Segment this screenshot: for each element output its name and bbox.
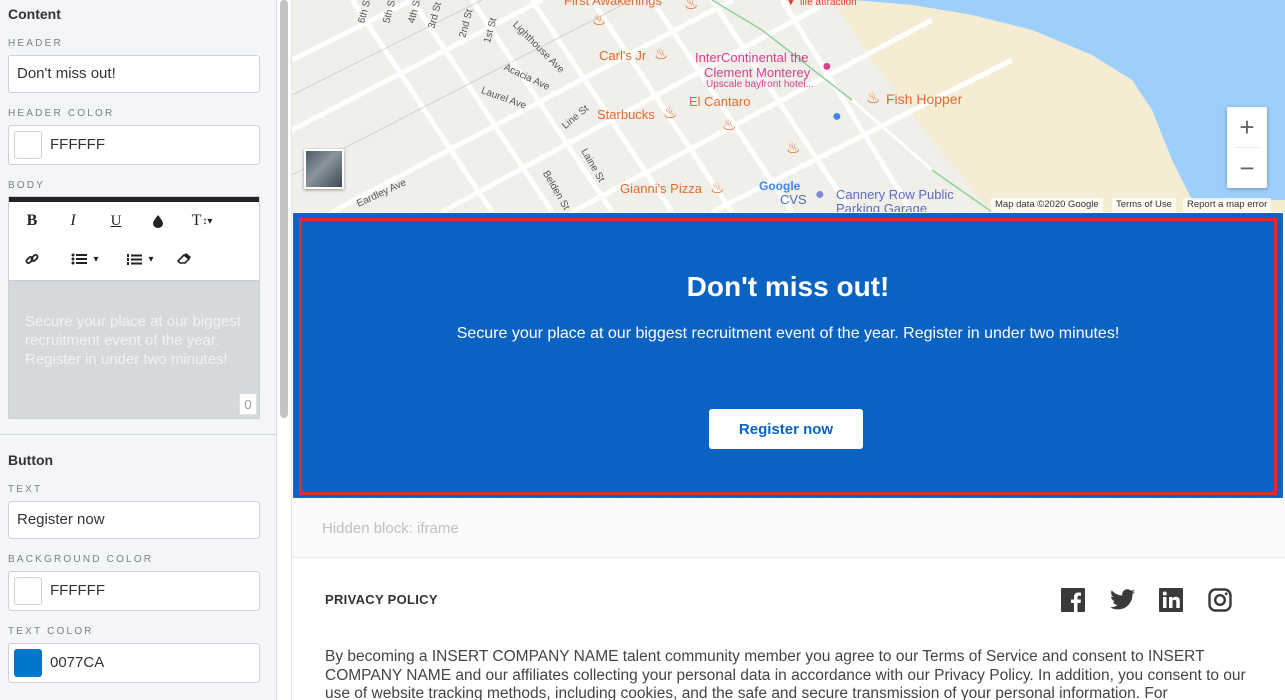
- numbered-list-button[interactable]: ▾: [120, 247, 160, 271]
- email-preview: Lighthouse Ave Acacia Ave Laurel Ave Lin…: [291, 0, 1285, 700]
- body-label: BODY: [8, 180, 46, 191]
- map-terms-link[interactable]: Terms of Use: [1112, 198, 1176, 212]
- text-color-swatch[interactable]: [14, 649, 42, 677]
- place-carls-jr[interactable]: Carl's Jr: [599, 48, 646, 63]
- instagram-icon[interactable]: [1208, 588, 1232, 612]
- link-icon: [25, 254, 39, 264]
- bullet-list-button[interactable]: ▾: [65, 247, 105, 271]
- zoom-in-button[interactable]: +: [1227, 107, 1267, 147]
- restaurant-pin-icon: ♨: [684, 0, 699, 13]
- restaurant-pin-icon: ♨: [722, 117, 737, 134]
- place-life-attraction[interactable]: life attraction: [800, 0, 857, 8]
- header-label: HEADER: [8, 38, 63, 49]
- bold-button[interactable]: B: [22, 209, 42, 233]
- bullet-list-icon: [71, 253, 88, 265]
- place-starbucks[interactable]: Starbucks: [597, 107, 655, 122]
- properties-panel: Content HEADER Don't miss out! HEADER CO…: [0, 0, 277, 700]
- restaurant-pin-icon: ♨: [866, 90, 881, 107]
- underline-button[interactable]: U: [106, 209, 126, 233]
- hotel-pin-icon: ●: [822, 58, 832, 75]
- place-el-cantaro[interactable]: El Cantaro: [689, 94, 750, 109]
- link-button[interactable]: [22, 247, 42, 271]
- italic-button[interactable]: I: [63, 209, 83, 233]
- place-cannery-row-2[interactable]: Parking Garage: [836, 201, 927, 212]
- text-size-caret: ↕▾: [202, 215, 213, 227]
- cafe-pin-icon: ♨: [663, 105, 678, 122]
- button-section-title: Button: [8, 452, 54, 468]
- restaurant-pin-icon: ♨: [710, 180, 725, 197]
- background-color-swatch[interactable]: [14, 577, 42, 605]
- ink-drop-icon: [153, 215, 163, 228]
- section-divider: [0, 434, 276, 435]
- button-text-label: TEXT: [8, 484, 43, 495]
- background-color-label: BACKGROUND COLOR: [8, 554, 154, 565]
- place-intercontinental-sub: Upscale bayfront hotel...: [706, 79, 814, 90]
- bullet-list-caret-icon: ▾: [93, 253, 99, 265]
- panel-scrollbar[interactable]: [280, 0, 288, 418]
- promo-block-container[interactable]: Don't miss out! Secure your place at our…: [293, 213, 1283, 498]
- editor-toolbar-row-2: ▾ ▾: [9, 241, 259, 277]
- promo-body: Secure your place at our biggest recruit…: [456, 325, 1120, 342]
- header-color-value[interactable]: FFFFFF: [50, 136, 105, 153]
- map-report-error-link[interactable]: Report a map error: [1183, 198, 1272, 212]
- parking-pin-icon: ●: [815, 186, 825, 203]
- promo-header: Don't miss out!: [686, 271, 890, 302]
- text-size-button[interactable]: T ↕▾: [187, 209, 217, 233]
- text-color-value[interactable]: 0077CA: [50, 654, 104, 671]
- satellite-toggle[interactable]: [304, 149, 344, 189]
- background-color-field[interactable]: FFFFFF: [8, 571, 260, 611]
- map-embed[interactable]: Lighthouse Ave Acacia Ave Laurel Ave Lin…: [292, 0, 1285, 212]
- linkedin-icon[interactable]: [1159, 588, 1183, 612]
- body-rich-text-editor: B I U T ↕▾ ▾ ▾ Secure your place at our …: [8, 196, 260, 419]
- hidden-block-label: Hidden block: iframe: [322, 520, 459, 537]
- promo-block-selected[interactable]: Don't miss out! Secure your place at our…: [299, 218, 1277, 495]
- map-data-attribution: Map data ©2020 Google: [991, 198, 1103, 212]
- body-text-area[interactable]: Secure your place at our biggest recruit…: [9, 280, 259, 418]
- text-size-icon: T: [191, 212, 202, 229]
- privacy-policy-title: PRIVACY POLICY: [325, 592, 438, 607]
- place-intercontinental-2[interactable]: Clement Monterey: [704, 65, 810, 80]
- numbered-list-caret-icon: ▾: [148, 253, 154, 265]
- place-fish-hopper[interactable]: Fish Hopper: [886, 91, 962, 107]
- eraser-icon: [176, 253, 191, 264]
- background-color-value[interactable]: FFFFFF: [50, 582, 105, 599]
- google-logo: Google: [759, 179, 801, 193]
- place-first-awakenings[interactable]: First Awakenings: [564, 0, 662, 8]
- header-color-label: HEADER COLOR: [8, 108, 115, 119]
- numbered-list-icon: [127, 253, 143, 265]
- restaurant-pin-icon: ♨: [786, 140, 801, 157]
- editor-top-border: [9, 197, 259, 202]
- register-now-button[interactable]: Register now: [709, 409, 863, 449]
- hidden-iframe-block[interactable]: Hidden block: iframe: [292, 500, 1285, 558]
- editor-toolbar-row-1: B I U T ↕▾: [9, 203, 259, 239]
- facebook-icon[interactable]: [1061, 588, 1085, 612]
- place-giannis-pizza[interactable]: Gianni's Pizza: [620, 181, 702, 196]
- place-cannery-row-1[interactable]: Cannery Row Public: [836, 187, 954, 202]
- email-builder: Content HEADER Don't miss out! HEADER CO…: [0, 0, 1285, 700]
- restaurant-pin-icon: ♨: [654, 46, 669, 63]
- place-cvs[interactable]: CVS: [780, 192, 807, 207]
- attraction-pin-icon: ▼: [784, 0, 798, 8]
- body-text[interactable]: Secure your place at our biggest recruit…: [25, 312, 247, 369]
- character-counter: 0: [239, 393, 257, 415]
- place-intercontinental-1[interactable]: InterContinental the: [695, 50, 808, 65]
- map-zoom-controls: + −: [1227, 107, 1267, 188]
- shopping-pin-icon: ●: [832, 108, 842, 125]
- content-section-title: Content: [8, 6, 61, 22]
- text-color-field[interactable]: 0077CA: [8, 643, 260, 683]
- clear-format-button[interactable]: [174, 247, 194, 271]
- zoom-out-button[interactable]: −: [1227, 148, 1267, 188]
- text-color-button[interactable]: [148, 209, 168, 233]
- twitter-icon[interactable]: [1110, 588, 1135, 612]
- legal-disclaimer: By becoming a INSERT COMPANY NAME talent…: [325, 648, 1246, 700]
- header-input[interactable]: Don't miss out!: [8, 55, 260, 93]
- header-color-field[interactable]: FFFFFF: [8, 125, 260, 165]
- button-text-input[interactable]: Register now: [8, 501, 260, 539]
- text-color-label: TEXT COLOR: [8, 626, 94, 637]
- restaurant-pin-icon: ♨: [592, 12, 607, 29]
- header-color-swatch[interactable]: [14, 131, 42, 159]
